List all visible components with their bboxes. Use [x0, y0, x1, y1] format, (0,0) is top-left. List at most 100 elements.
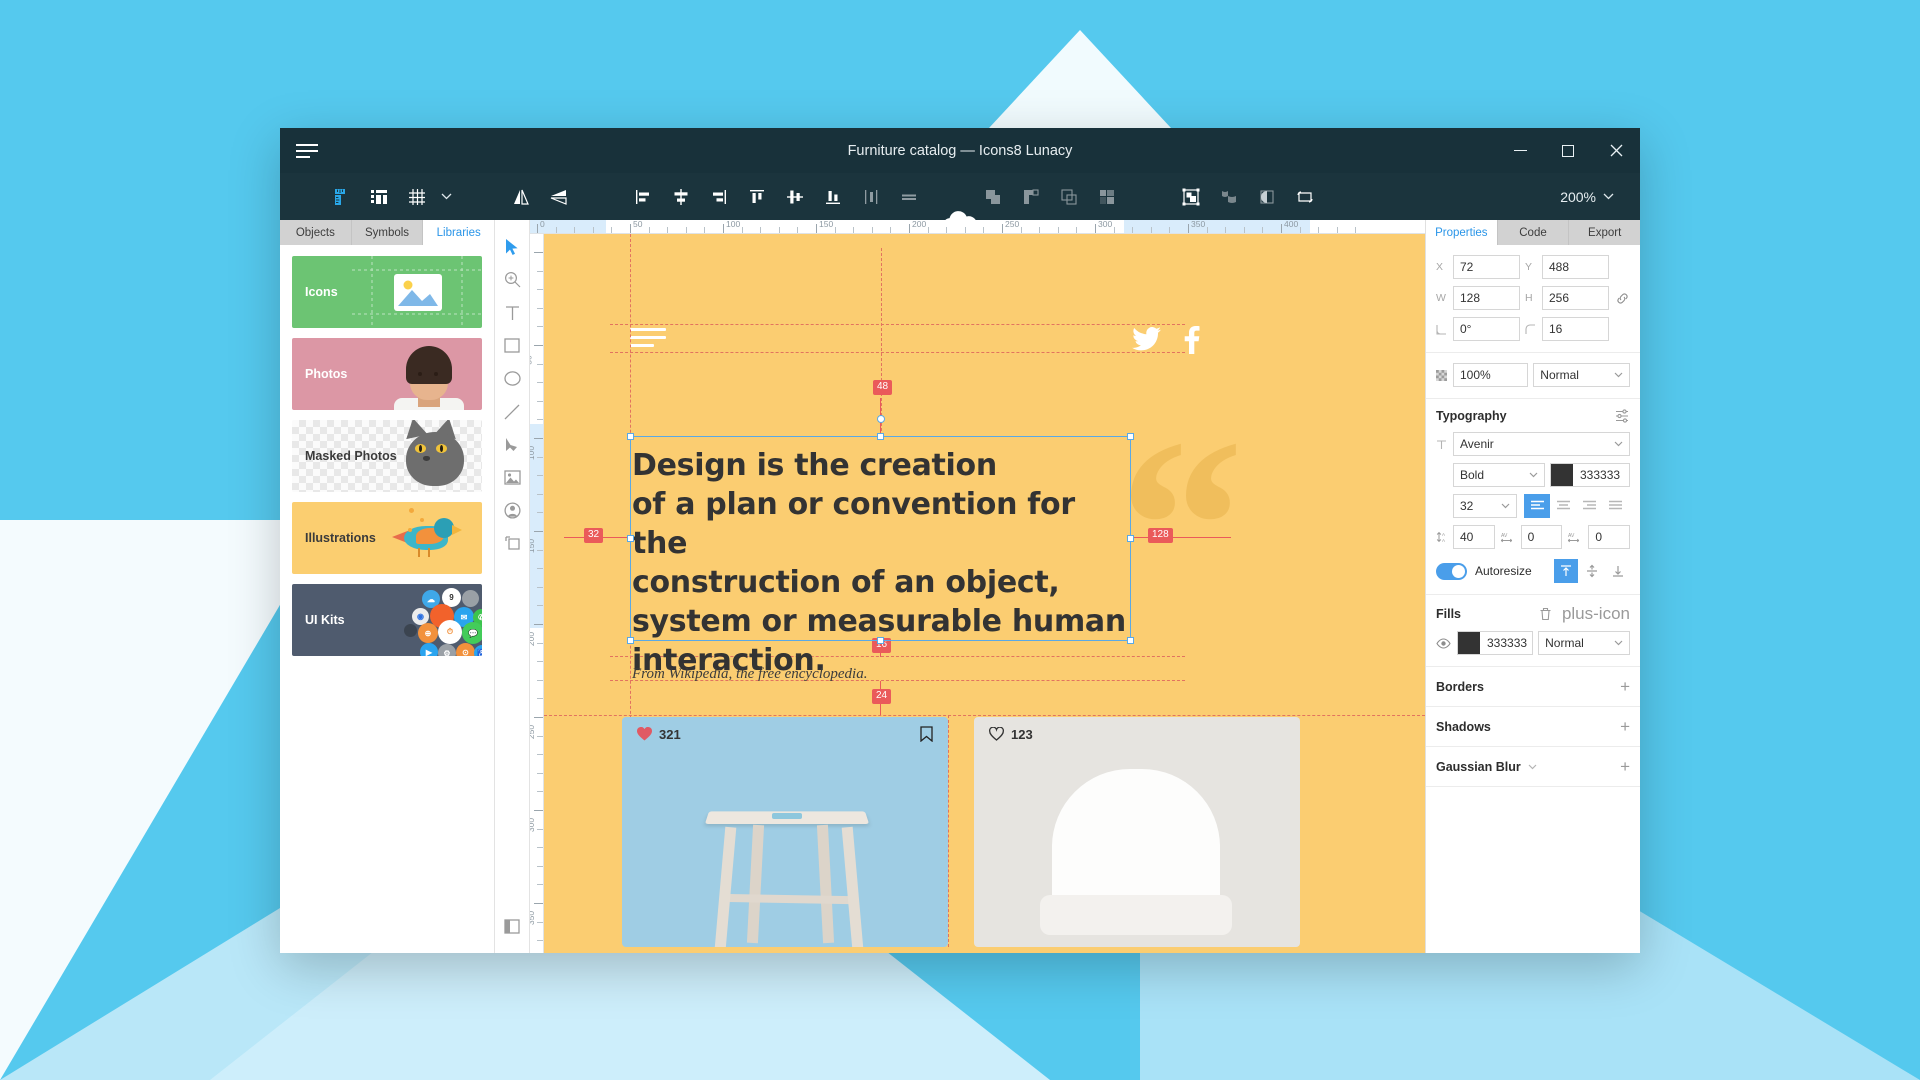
x-input[interactable]: 72: [1453, 255, 1520, 279]
paragraph-spacing-input[interactable]: 0: [1588, 525, 1631, 549]
artboard-tool-button[interactable]: [497, 527, 527, 560]
corner-radius-input[interactable]: 16: [1542, 317, 1609, 341]
text-tool-button[interactable]: [497, 296, 527, 329]
grid-options-dropdown[interactable]: [436, 193, 456, 200]
valign-top-button[interactable]: [1554, 559, 1578, 583]
flip-vertical-button[interactable]: [540, 178, 578, 216]
card-1-likes[interactable]: 321: [637, 727, 681, 742]
select-tool-button[interactable]: [497, 230, 527, 263]
design-canvas[interactable]: “ Design is the creation of a plan or co…: [544, 234, 1425, 953]
tab-code[interactable]: Code: [1497, 220, 1570, 245]
close-button[interactable]: [1592, 128, 1640, 173]
align-center-horizontal-button[interactable]: [662, 178, 700, 216]
ruler-button[interactable]: [322, 178, 360, 216]
align-center-button[interactable]: [1550, 494, 1576, 518]
tab-properties[interactable]: Properties: [1426, 220, 1498, 245]
valign-bottom-button[interactable]: [1606, 559, 1630, 583]
autoresize-toggle[interactable]: [1436, 562, 1467, 580]
letter-spacing-input[interactable]: 0: [1520, 525, 1563, 549]
maximize-button[interactable]: [1544, 128, 1592, 173]
shadows-section[interactable]: Shadows +: [1426, 707, 1640, 747]
aspect-lock-button[interactable]: [1614, 292, 1630, 305]
tab-objects[interactable]: Objects: [280, 220, 352, 245]
library-item-icons[interactable]: Icons: [292, 256, 482, 328]
horizontal-ruler[interactable]: 0 50 100 150 200 250 300 350 400: [530, 220, 1425, 234]
align-justify-button[interactable]: [1602, 494, 1628, 518]
avatar-tool-button[interactable]: [497, 494, 527, 527]
borders-section[interactable]: Borders +: [1426, 667, 1640, 707]
distribute-vertical-button[interactable]: [890, 178, 928, 216]
ellipse-tool-button[interactable]: [497, 362, 527, 395]
text-color-field[interactable]: 333333: [1550, 463, 1630, 487]
fills-title: Fills: [1436, 606, 1462, 621]
image-tool-button[interactable]: [497, 461, 527, 494]
fill-visibility-toggle[interactable]: [1436, 637, 1452, 649]
flatten-button[interactable]: [1210, 178, 1248, 216]
align-right-button[interactable]: [700, 178, 738, 216]
align-right-button[interactable]: [1576, 494, 1602, 518]
align-middle-vertical-button[interactable]: [776, 178, 814, 216]
library-item-photos[interactable]: Photos: [292, 338, 482, 410]
zoom-level-control[interactable]: 200%: [1560, 189, 1628, 205]
rotate-copy-button[interactable]: [1286, 178, 1324, 216]
font-family-select[interactable]: Avenir: [1453, 432, 1630, 456]
gaussian-blur-add-button[interactable]: +: [1620, 758, 1630, 775]
flip-horizontal-button[interactable]: [502, 178, 540, 216]
fill-blend-select[interactable]: Normal: [1538, 631, 1630, 655]
subtract-button[interactable]: [1012, 178, 1050, 216]
product-card-1[interactable]: 321: [622, 717, 948, 947]
main-menu-button[interactable]: [280, 143, 334, 158]
gaussian-blur-section[interactable]: Gaussian Blur +: [1426, 747, 1640, 787]
ruler-tick: [1095, 224, 1096, 233]
intersect-button[interactable]: [1050, 178, 1088, 216]
card-1-bookmark-button[interactable]: [920, 726, 933, 742]
product-card-2[interactable]: 123: [974, 717, 1300, 947]
fills-add-button[interactable]: plus-icon: [1562, 605, 1630, 622]
grid-button[interactable]: [398, 178, 436, 216]
distribute-horizontal-button[interactable]: [852, 178, 890, 216]
source-text-layer[interactable]: From Wikipedia, the free encyclopedia.: [632, 666, 867, 683]
panel-toggle-button[interactable]: [497, 910, 527, 943]
blend-mode-select[interactable]: Normal: [1533, 363, 1630, 387]
line-tool-button[interactable]: [497, 395, 527, 428]
valign-middle-button[interactable]: [1580, 559, 1604, 583]
library-item-ui-kits[interactable]: UI Kits ☁ 9 ◉ ✉ ✆ ⊕ ⏱ 💬 ▶ ⚙ ⊙: [292, 584, 482, 656]
opacity-input[interactable]: 100%: [1453, 363, 1529, 387]
half-fill-button[interactable]: [1248, 178, 1286, 216]
library-item-illustrations[interactable]: Illustrations: [292, 502, 482, 574]
zoom-tool-button[interactable]: [497, 263, 527, 296]
width-input[interactable]: 128: [1453, 286, 1520, 310]
union-button[interactable]: [974, 178, 1012, 216]
text-color-swatch[interactable]: [1551, 464, 1573, 486]
blur-type-dropdown[interactable]: [1528, 764, 1537, 770]
align-top-button[interactable]: [738, 178, 776, 216]
height-input[interactable]: 256: [1542, 286, 1609, 310]
vertical-ruler[interactable]: 0 50 100 150 200 250 300 350: [530, 234, 544, 953]
tab-export[interactable]: Export: [1569, 220, 1640, 245]
mask-button[interactable]: [1172, 178, 1210, 216]
library-item-masked-photos[interactable]: Masked Photos: [292, 420, 482, 492]
fill-color-field[interactable]: 333333: [1457, 631, 1534, 655]
tab-symbols[interactable]: Symbols: [351, 220, 424, 245]
align-bottom-button[interactable]: [814, 178, 852, 216]
y-input[interactable]: 488: [1542, 255, 1609, 279]
size-row: W 128 H 256: [1436, 286, 1630, 310]
minimize-button[interactable]: [1496, 128, 1544, 173]
card-2-likes[interactable]: 123: [989, 727, 1033, 742]
layout-grid-button[interactable]: [360, 178, 398, 216]
difference-button[interactable]: [1088, 178, 1126, 216]
pen-tool-button[interactable]: [497, 428, 527, 461]
align-left-button[interactable]: [624, 178, 662, 216]
typography-settings-button[interactable]: [1615, 409, 1630, 423]
fills-delete-button[interactable]: [1539, 607, 1552, 621]
rotation-input[interactable]: 0°: [1453, 317, 1520, 341]
shadows-add-button[interactable]: +: [1620, 718, 1630, 735]
borders-add-button[interactable]: +: [1620, 678, 1630, 695]
rectangle-tool-button[interactable]: [497, 329, 527, 362]
tab-libraries[interactable]: Libraries: [423, 220, 495, 245]
line-height-input[interactable]: 40: [1453, 525, 1495, 549]
fill-color-swatch[interactable]: [1458, 632, 1480, 654]
font-weight-select[interactable]: Bold: [1453, 463, 1545, 487]
font-size-select[interactable]: 32: [1453, 494, 1517, 518]
align-left-button[interactable]: [1524, 494, 1550, 518]
